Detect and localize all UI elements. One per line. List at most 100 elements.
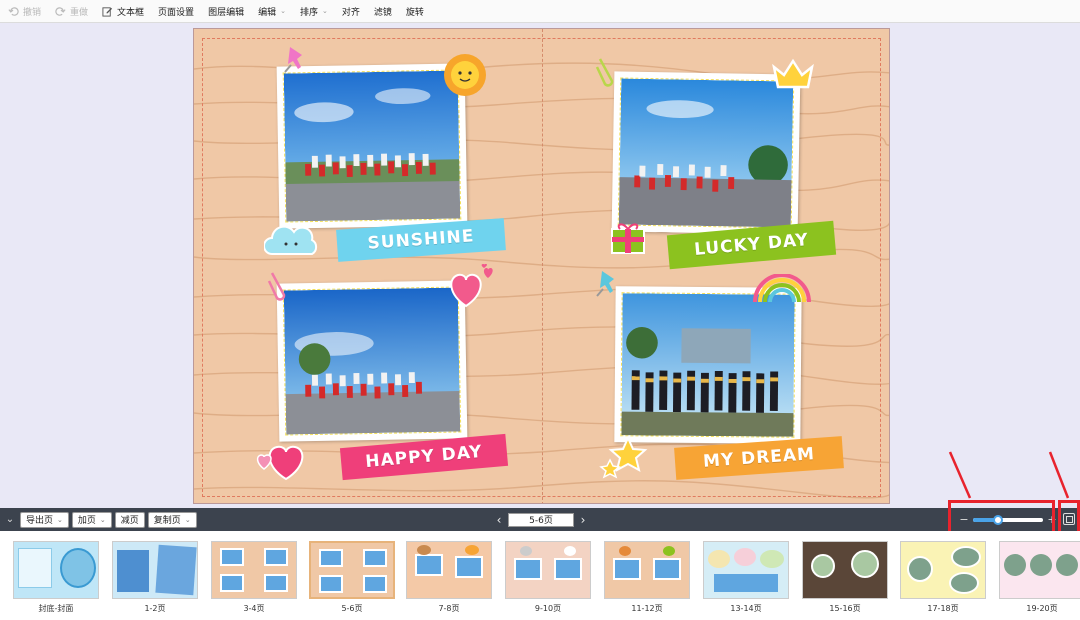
copy-page-label: 复制页 xyxy=(153,516,181,526)
page-thumbnail[interactable]: 封底-封面 xyxy=(13,541,99,614)
group-photo xyxy=(621,293,795,437)
page-thumbnail[interactable]: 15-16页 xyxy=(802,541,888,614)
photo-image xyxy=(620,292,796,438)
pushpin-icon xyxy=(596,271,614,297)
editor-workspace: SUNSHINE LUCKY DAY HAPPY DAY MY DREAM xyxy=(0,23,1080,508)
page-thumbnail-active[interactable]: 5-6页 xyxy=(309,541,395,614)
next-page-icon[interactable]: › xyxy=(574,513,592,527)
photo-image xyxy=(282,286,462,436)
spread-spine xyxy=(542,29,543,503)
thumbnail-image xyxy=(505,541,591,599)
photo-frame[interactable] xyxy=(276,63,468,229)
chevron-down-icon: ⌄ xyxy=(99,515,106,524)
rotate-label: 旋转 xyxy=(405,7,424,18)
thumbnail-image xyxy=(211,541,297,599)
thumbnail-image xyxy=(703,541,789,599)
thumbnail-label: 5-6页 xyxy=(341,604,363,613)
thumbnail-image xyxy=(406,541,492,599)
sort-menu[interactable]: 排序 ⌄ xyxy=(300,0,328,23)
page-thumbnail[interactable]: 11-12页 xyxy=(604,541,690,614)
thumbnail-label: 11-12页 xyxy=(631,604,663,613)
add-page-label: 加页 xyxy=(77,516,96,526)
page-thumbnail[interactable]: 3-4页 xyxy=(211,541,297,614)
prev-page-icon[interactable]: ‹ xyxy=(490,513,508,527)
page-thumbnail[interactable]: 13-14页 xyxy=(703,541,789,614)
export-page-label: 导出页 xyxy=(26,516,54,526)
paperclip-icon xyxy=(267,272,286,301)
thumbnail-image xyxy=(604,541,690,599)
redo-icon xyxy=(55,6,66,16)
pushpin-icon xyxy=(284,47,302,73)
filter-button[interactable]: 滤镜 xyxy=(374,0,392,23)
photo-frame[interactable] xyxy=(276,280,468,442)
collapse-chevron-icon[interactable]: ⌄ xyxy=(0,514,20,525)
group-photo xyxy=(618,78,794,228)
paperclip-icon xyxy=(595,58,614,87)
photo-frame[interactable] xyxy=(614,286,802,444)
page-thumbnail[interactable]: 17-18页 xyxy=(900,541,986,614)
cloud-sticker-icon xyxy=(264,225,318,255)
sort-menu-label: 排序 xyxy=(299,7,318,18)
edit-menu[interactable]: 编辑 ⌄ xyxy=(258,0,286,23)
align-label: 对齐 xyxy=(341,7,360,18)
chevron-down-icon: ⌄ xyxy=(57,515,63,524)
thumbnail-image xyxy=(900,541,986,599)
remove-page-button[interactable]: 减页 xyxy=(114,511,145,528)
group-photo xyxy=(283,287,461,435)
photo-image xyxy=(282,69,462,223)
add-page-button[interactable]: 加页 ⌄ xyxy=(71,511,112,528)
layer-edit-label: 图层编辑 xyxy=(208,7,245,18)
thumbnail-label: 1-2页 xyxy=(144,604,166,613)
rainbow-sticker-icon xyxy=(753,274,811,303)
thumbnail-image xyxy=(13,541,99,599)
page-thumbnail[interactable]: 19-20页 xyxy=(999,541,1080,614)
thumbnail-label: 7-8页 xyxy=(438,604,460,613)
group-photo xyxy=(283,70,461,222)
chevron-down-icon: ⌄ xyxy=(280,7,286,15)
star-sticker-icon xyxy=(599,435,648,479)
undo-label: 撤销 xyxy=(23,7,42,18)
copy-page-button[interactable]: 复制页 ⌄ xyxy=(147,511,197,528)
textbox-label: 文本框 xyxy=(117,7,145,18)
thumbnail-label: 3-4页 xyxy=(243,604,265,613)
edit-icon xyxy=(102,6,113,17)
layer-edit-button[interactable]: 图层编辑 xyxy=(208,0,244,23)
redo-label: 重做 xyxy=(70,7,89,18)
edit-menu-label: 编辑 xyxy=(258,7,277,18)
gift-sticker-icon xyxy=(611,223,645,254)
remove-page-label: 减页 xyxy=(120,516,139,526)
textbox-button[interactable]: 文本框 xyxy=(102,0,144,23)
page-toolbar: ⌄ 导出页 ⌄ 加页 ⌄ 减页 复制页 ⌄ ‹ 5-6页 › − + xyxy=(0,508,1080,531)
chevron-down-icon: ⌄ xyxy=(184,515,191,524)
page-thumbnail[interactable]: 1-2页 xyxy=(112,541,198,614)
page-navigator: ‹ 5-6页 › xyxy=(490,508,592,531)
filter-label: 滤镜 xyxy=(373,7,392,18)
undo-icon xyxy=(8,6,19,16)
album-spread[interactable]: SUNSHINE LUCKY DAY HAPPY DAY MY DREAM xyxy=(193,28,890,504)
page-settings-button[interactable]: 页面设置 xyxy=(158,0,194,23)
thumbnail-image xyxy=(802,541,888,599)
undo-button[interactable]: 撤销 xyxy=(8,0,41,23)
thumbnail-image xyxy=(999,541,1080,599)
heart-sticker-icon xyxy=(256,445,304,481)
thumbnail-image xyxy=(112,541,198,599)
current-page-field[interactable]: 5-6页 xyxy=(508,512,574,527)
main-toolbar: 撤销 重做 文本框 页面设置 图层编辑 编辑 ⌄ 排序 ⌄ 对齐 滤镜 旋转 xyxy=(0,0,1080,23)
thumbnail-label: 19-20页 xyxy=(1026,604,1058,613)
page-thumbnail-strip: 封底-封面 1-2页 3-4页 5-6页 7-8页 9-10页 11-12页 1… xyxy=(0,531,1080,620)
rotate-button[interactable]: 旋转 xyxy=(406,0,424,23)
thumbnail-label: 13-14页 xyxy=(730,604,762,613)
align-button[interactable]: 对齐 xyxy=(342,0,360,23)
page-thumbnail[interactable]: 7-8页 xyxy=(406,541,492,614)
page-settings-label: 页面设置 xyxy=(158,7,195,18)
export-page-button[interactable]: 导出页 ⌄ xyxy=(20,511,69,528)
thumbnail-label: 17-18页 xyxy=(927,604,959,613)
annotation-arrows xyxy=(948,451,1070,499)
sun-sticker-icon xyxy=(444,54,486,96)
thumbnail-label: 15-16页 xyxy=(829,604,861,613)
photo-frame[interactable] xyxy=(611,71,801,235)
thumbnail-label: 封底-封面 xyxy=(38,604,74,613)
page-thumbnail[interactable]: 9-10页 xyxy=(505,541,591,614)
chevron-down-icon: ⌄ xyxy=(321,7,328,15)
redo-button[interactable]: 重做 xyxy=(55,0,88,23)
